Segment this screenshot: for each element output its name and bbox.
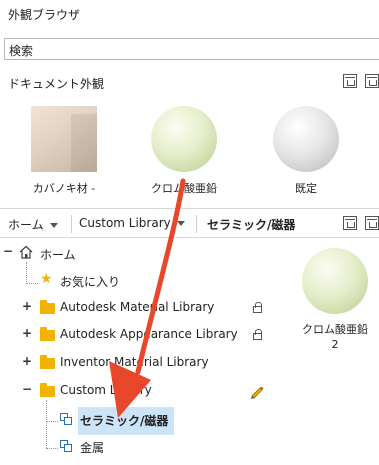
document-material-item[interactable]: 既定	[261, 106, 351, 196]
folder-icon	[40, 355, 55, 369]
tree-item-category[interactable]: 金属	[0, 437, 270, 459]
divider	[196, 215, 197, 233]
tree-item-label: Autodesk Material Library	[60, 300, 215, 314]
material-label: クロム酸亜鉛	[151, 182, 217, 195]
wood-cube-thumbnail	[31, 106, 97, 172]
tree-item-label: Custom Library	[60, 383, 152, 397]
category-icon	[60, 413, 72, 425]
tree-item-category-selected[interactable]: セラミック/磁器	[0, 410, 270, 432]
material-label: 既定	[295, 182, 317, 195]
library-material-item[interactable]: クロム酸亜鉛 2	[298, 248, 372, 352]
search-input[interactable]: 検索	[4, 38, 379, 60]
divider	[71, 215, 72, 233]
create-new-appearance-icon[interactable]	[343, 74, 357, 88]
library-options-icon[interactable]	[365, 216, 379, 230]
folder-icon	[40, 383, 55, 397]
tree-item-label: お気に入り	[60, 275, 121, 289]
white-sphere-thumbnail	[273, 106, 339, 172]
tree-item-home[interactable]: − ホーム	[0, 244, 270, 266]
tree-item-label: Autodesk Appearance Library	[60, 327, 238, 341]
material-label: クロム酸亜鉛 2	[302, 323, 368, 351]
tree-item-label: セラミック/磁器	[80, 414, 169, 428]
document-appearance-label: ドキュメント外観	[8, 77, 105, 91]
view-options-icon[interactable]	[343, 216, 357, 230]
tree-item-custom-library[interactable]: − Custom Library	[0, 381, 270, 403]
window-title: 外観ブラウザ	[8, 8, 81, 22]
tree-item-favorites[interactable]: ★ お気に入り	[0, 271, 270, 293]
green-sphere-thumbnail	[151, 106, 217, 172]
expand-icon[interactable]: +	[22, 299, 32, 313]
pencil-icon[interactable]	[249, 383, 265, 399]
tree-item-label: 金属	[80, 441, 105, 455]
tree-item-label: Inventor Material Library	[60, 355, 209, 369]
lock-icon	[253, 302, 262, 313]
tree-item-library[interactable]: + Autodesk Appearance Library	[0, 325, 270, 347]
tree-item-label: ホーム	[40, 248, 76, 262]
library-dropdown-label: Custom Library	[79, 216, 171, 230]
lock-icon	[253, 329, 262, 340]
home-dropdown-label: ホーム	[8, 218, 44, 232]
document-appearance-header: ドキュメント外観	[0, 68, 379, 96]
green-sphere-thumbnail	[302, 248, 368, 314]
material-label: カバノキ材 -	[32, 182, 96, 195]
expand-icon[interactable]: +	[22, 354, 32, 368]
home-icon	[19, 245, 33, 259]
chevron-down-icon	[49, 223, 58, 228]
current-category-label: セラミック/磁器	[207, 218, 296, 232]
chevron-down-icon	[176, 221, 185, 226]
collapse-icon[interactable]: −	[3, 244, 13, 258]
home-dropdown[interactable]: ホーム	[8, 216, 58, 233]
document-material-item[interactable]: クロム酸亜鉛	[139, 106, 229, 196]
library-dropdown[interactable]: Custom Library	[79, 216, 185, 230]
tree-item-library[interactable]: + Inventor Material Library	[0, 353, 270, 375]
expand-icon[interactable]: +	[22, 326, 32, 340]
document-material-item[interactable]: カバノキ材 -	[19, 106, 109, 196]
collapse-icon[interactable]: −	[22, 382, 32, 396]
star-icon: ★	[40, 271, 53, 287]
library-toolbar: ホーム Custom Library セラミック/磁器	[0, 208, 379, 238]
folder-icon	[40, 327, 55, 341]
folder-icon	[40, 300, 55, 314]
tree-item-library[interactable]: + Autodesk Material Library	[0, 298, 270, 320]
category-icon	[60, 440, 72, 452]
view-options-icon[interactable]	[365, 74, 379, 88]
